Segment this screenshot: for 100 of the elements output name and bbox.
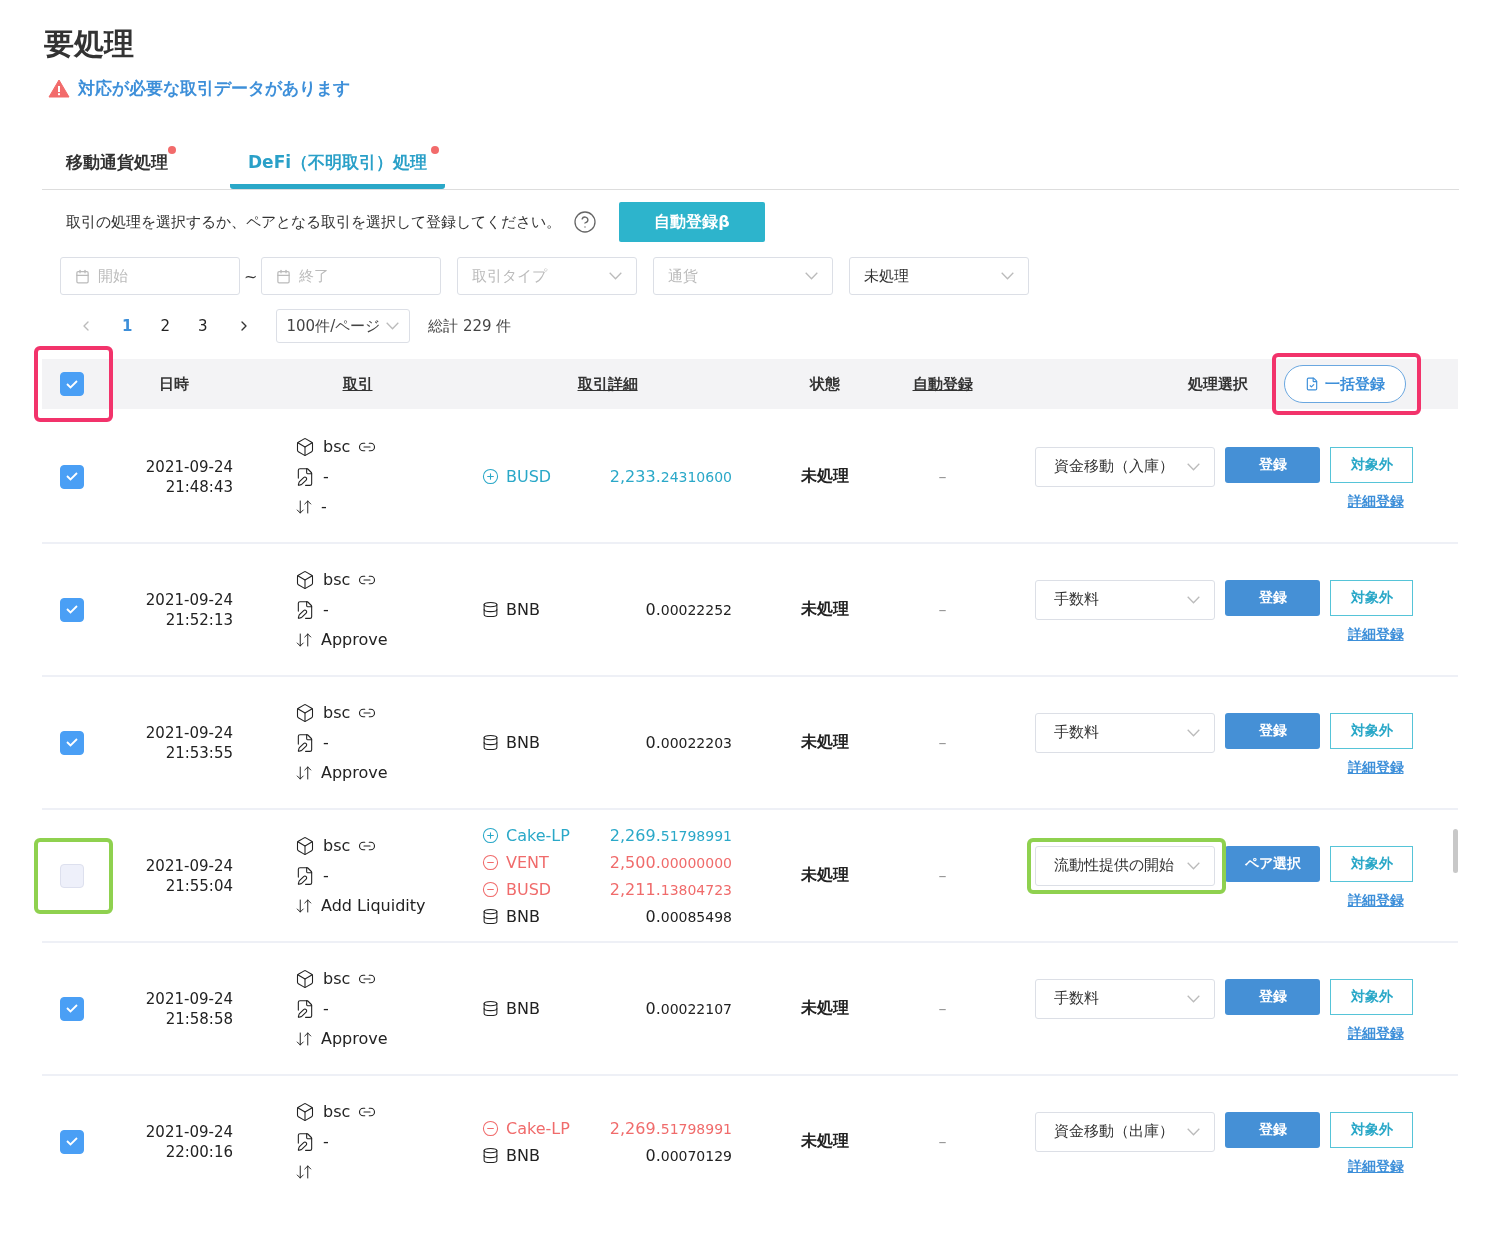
cube-icon bbox=[295, 436, 315, 457]
document-pen-icon bbox=[295, 865, 315, 886]
checkbox[interactable] bbox=[60, 996, 84, 1021]
currency-name: BNB bbox=[482, 733, 540, 752]
tab[interactable]: DeFi（不明取引）処理 bbox=[230, 143, 446, 189]
detail-register-link[interactable]: 詳細登録 bbox=[1347, 891, 1404, 910]
detail-register-link[interactable]: 詳細登録 bbox=[1347, 1024, 1404, 1043]
status: 未処理 bbox=[800, 732, 850, 753]
page-number[interactable]: 1 bbox=[122, 317, 133, 335]
auto-register-value: – bbox=[937, 1132, 948, 1151]
status: 未処理 bbox=[800, 998, 850, 1019]
minus-circle-icon bbox=[482, 853, 499, 871]
total-count: 総計 229 件 bbox=[428, 316, 512, 336]
plus-circle-icon bbox=[482, 468, 499, 485]
minus-circle-icon bbox=[482, 1119, 499, 1137]
document-pen-icon bbox=[295, 998, 315, 1019]
auto-register-value: – bbox=[937, 600, 948, 619]
register-button[interactable]: 登録 bbox=[1225, 446, 1320, 483]
checkbox[interactable] bbox=[60, 1129, 84, 1154]
page-number[interactable]: 2 bbox=[160, 317, 170, 335]
plus-circle-icon bbox=[482, 826, 499, 844]
auto-register-button[interactable]: 自動登録β bbox=[619, 202, 765, 242]
cube-icon bbox=[295, 968, 315, 989]
page-number[interactable]: 3 bbox=[198, 317, 208, 335]
date-time: 2021-09-24 21:58:58 bbox=[144, 988, 234, 1029]
chain-name: bsc bbox=[323, 1102, 351, 1121]
checkbox[interactable] bbox=[60, 372, 84, 396]
exclude-button[interactable]: 対象外 bbox=[1330, 446, 1413, 483]
process-select[interactable]: 手数料 bbox=[1035, 712, 1215, 753]
memo: - bbox=[323, 999, 329, 1018]
process-select[interactable]: 資金移動（出庫） bbox=[1035, 1111, 1215, 1152]
chain-name: bsc bbox=[323, 969, 351, 988]
chevron-down-icon bbox=[1187, 728, 1200, 737]
memo: - bbox=[323, 866, 329, 885]
currency-name: Cake-LP bbox=[482, 1118, 570, 1138]
checkbox[interactable] bbox=[60, 730, 84, 755]
exclude-button[interactable]: 対象外 bbox=[1330, 1111, 1413, 1148]
chevron-down-icon bbox=[386, 322, 400, 330]
currency-name: VENT bbox=[482, 852, 549, 872]
status: 未処理 bbox=[800, 599, 850, 620]
process-select[interactable]: 手数料 bbox=[1035, 978, 1215, 1019]
register-button[interactable]: 登録 bbox=[1225, 978, 1320, 1015]
memo: - bbox=[323, 467, 329, 486]
date-time: 2021-09-24 22:00:16 bbox=[144, 1121, 234, 1162]
document-pen-icon bbox=[295, 732, 315, 753]
coins-icon bbox=[482, 907, 499, 925]
column-header: 日時 bbox=[157, 374, 190, 394]
currency-select[interactable]: 通貨 bbox=[653, 257, 834, 295]
help-icon[interactable] bbox=[573, 210, 597, 234]
date-time: 2021-09-24 21:53:55 bbox=[144, 722, 234, 763]
currency-name: Cake-LP bbox=[482, 825, 570, 845]
process-select[interactable]: 流動性提供の開始 bbox=[1035, 845, 1215, 886]
start-date-field[interactable]: 開始 bbox=[60, 257, 240, 295]
chevron-down-icon bbox=[1187, 994, 1200, 1003]
date-time: 2021-09-24 21:55:04 bbox=[144, 855, 234, 896]
document-pen-icon bbox=[295, 466, 315, 487]
exclude-button[interactable]: 対象外 bbox=[1330, 579, 1413, 616]
checkbox[interactable] bbox=[60, 597, 84, 622]
type-select[interactable]: 取引タイプ bbox=[457, 257, 638, 295]
bulk-register-button[interactable]: 一括登録 bbox=[1284, 365, 1406, 403]
column-header[interactable]: 自動登録 bbox=[905, 374, 980, 394]
column-header[interactable]: 取引詳細 bbox=[470, 374, 745, 394]
register-button[interactable]: ペア選択 bbox=[1225, 845, 1320, 882]
exclude-button[interactable]: 対象外 bbox=[1330, 712, 1413, 749]
status: 未処理 bbox=[800, 865, 850, 886]
detail-register-link[interactable]: 詳細登録 bbox=[1347, 625, 1404, 644]
register-button[interactable]: 登録 bbox=[1225, 712, 1320, 749]
detail-register-link[interactable]: 詳細登録 bbox=[1347, 1157, 1404, 1176]
exclude-button[interactable]: 対象外 bbox=[1330, 845, 1413, 882]
column-header[interactable]: 取引 bbox=[245, 374, 470, 394]
cube-icon bbox=[295, 835, 315, 856]
page-size-select[interactable]: 100件/ページ bbox=[275, 309, 411, 343]
chevron-down-icon bbox=[1187, 462, 1200, 471]
transaction-type: Approve bbox=[321, 763, 388, 782]
status-select[interactable]: 未処理 bbox=[849, 257, 1030, 295]
scrollbar-thumb[interactable] bbox=[1453, 829, 1458, 873]
checkbox[interactable] bbox=[60, 464, 84, 489]
cube-icon bbox=[295, 569, 315, 590]
coins-icon bbox=[482, 1000, 499, 1017]
coins-icon bbox=[482, 734, 499, 751]
detail-register-link[interactable]: 詳細登録 bbox=[1347, 492, 1404, 511]
register-button[interactable]: 登録 bbox=[1225, 1111, 1320, 1148]
currency-name: BUSD bbox=[482, 879, 552, 899]
column-header: 状態 bbox=[808, 374, 841, 394]
warning-icon bbox=[48, 79, 70, 98]
currency-name: BUSD bbox=[482, 467, 552, 486]
exclude-button[interactable]: 対象外 bbox=[1330, 978, 1413, 1015]
process-select[interactable]: 資金移動（入庫） bbox=[1035, 446, 1215, 487]
chain-name: bsc bbox=[323, 437, 351, 456]
auto-register-value: – bbox=[937, 467, 948, 486]
process-select[interactable]: 手数料 bbox=[1035, 579, 1215, 620]
tab[interactable]: 移動通貨処理 bbox=[66, 143, 168, 189]
transaction-type: Approve bbox=[321, 1029, 388, 1048]
register-button[interactable]: 登録 bbox=[1225, 579, 1320, 616]
amount: 0.00022252 bbox=[645, 600, 732, 619]
end-date-field[interactable]: 終了 bbox=[261, 257, 442, 295]
amount: 0.00085498 bbox=[645, 906, 732, 926]
chevron-down-icon bbox=[1187, 1127, 1200, 1136]
check-icon bbox=[66, 1137, 78, 1146]
detail-register-link[interactable]: 詳細登録 bbox=[1347, 758, 1404, 777]
